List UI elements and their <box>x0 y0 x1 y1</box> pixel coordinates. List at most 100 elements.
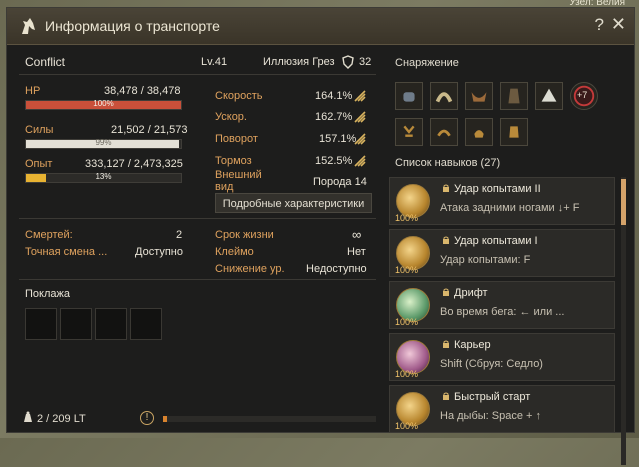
detailed-stats-button[interactable]: Подробные характеристики <box>215 193 372 213</box>
champron-icon <box>541 88 557 102</box>
gear-slot-armor[interactable] <box>500 82 528 110</box>
speed-label: Скорость <box>215 90 263 102</box>
skill-mastery: 100% <box>395 421 419 431</box>
exp-value: 333,127 / 2,473,325 <box>85 158 183 170</box>
bottom-progress-bar <box>163 416 376 422</box>
accel-label: Ускор. <box>215 111 247 123</box>
help-button[interactable]: ? <box>595 15 604 35</box>
costume-slot[interactable] <box>500 118 528 146</box>
lock-icon <box>443 392 449 400</box>
costume-armor-icon <box>509 126 519 138</box>
costume-slot[interactable] <box>395 118 423 146</box>
skill-description: Удар копытами: F <box>440 254 531 266</box>
brake-value: 152.5% <box>315 155 353 167</box>
hp-label: HP <box>25 85 41 97</box>
equipment-title: Снаряжение <box>395 57 459 69</box>
costume-slot[interactable] <box>430 118 458 146</box>
saddle-icon <box>471 92 487 102</box>
skill-item[interactable]: 100% Карьер Shift (Сбруя: Седло) <box>389 333 615 381</box>
level-decrease-label: Снижение ур. <box>215 263 285 275</box>
skill-list[interactable]: 100% Удар копытами II Атака задними нога… <box>389 177 621 467</box>
skill-mastery: 100% <box>395 317 419 327</box>
cargo-slot[interactable] <box>25 308 57 340</box>
skill-name: Удар копытами I <box>454 235 538 247</box>
costume-stirrup-icon <box>403 125 415 137</box>
upgrade-icon <box>354 111 366 123</box>
skill-name: Удар копытами II <box>454 183 541 195</box>
turn-value: 157.1% <box>319 133 357 145</box>
skill-mastery: 100% <box>395 265 419 275</box>
cargo-slot[interactable] <box>60 308 92 340</box>
weight-icon <box>24 411 32 422</box>
close-button[interactable]: ✕ <box>611 14 626 35</box>
vehicle-level: Lv.41 <box>201 56 228 68</box>
stamina-label: Силы <box>25 124 54 136</box>
hp-percent: 100% <box>93 99 114 108</box>
hp-value: 38,478 / 38,478 <box>104 85 181 97</box>
skill-description: Во время бега: ← или ... <box>440 306 565 318</box>
warning-icon[interactable]: ! <box>140 411 154 425</box>
bottom-progress-fill <box>163 416 168 422</box>
skill-icon: 100% <box>395 184 430 223</box>
speed-value: 164.1% <box>315 90 353 102</box>
skill-item[interactable]: 100% Удар копытами II Атака задними нога… <box>389 177 615 225</box>
horse-head-icon <box>22 18 35 34</box>
skill-item[interactable]: 100% Дрифт Во время бега: ← или ... <box>389 281 615 329</box>
title-bar[interactable]: Информация о транспорте ? ✕ <box>7 8 634 45</box>
shield-icon <box>342 55 354 69</box>
stamina-bar: 99% <box>25 138 182 149</box>
upgrade-icon <box>354 155 366 167</box>
cargo-slot[interactable] <box>95 308 127 340</box>
skill-name: Быстрый старт <box>454 391 531 403</box>
skill-mastery: 100% <box>395 369 419 379</box>
exp-label: Опыт <box>25 158 53 170</box>
lock-icon <box>443 340 449 348</box>
costume-slot[interactable] <box>465 118 493 146</box>
hp-bar: 100% <box>25 99 182 110</box>
divider <box>19 218 376 219</box>
lifespan-label: Срок жизни <box>215 229 274 241</box>
lock-icon <box>443 288 449 296</box>
lock-icon <box>443 184 449 192</box>
weight-text: 2 / 209 LT <box>37 413 86 425</box>
skill-icon: 100% <box>395 236 430 275</box>
skill-list-scrollbar[interactable] <box>621 177 626 465</box>
appearance-value: Порода 14 <box>313 176 367 188</box>
lifespan-value: ∞ <box>352 227 362 242</box>
gear-slot-stirrups[interactable] <box>395 82 423 110</box>
exp-bar: 13% <box>25 172 182 183</box>
deaths-label: Смертей: <box>25 229 73 241</box>
brake-label: Тормоз <box>215 155 252 167</box>
gear-slot-horseshoe[interactable] <box>430 82 458 110</box>
divider <box>19 74 376 75</box>
armor-icon <box>508 88 520 104</box>
cargo-title: Поклажа <box>25 288 70 300</box>
skill-mastery: 100% <box>395 213 419 223</box>
cargo-slot[interactable] <box>130 308 162 340</box>
shield-value: 32 <box>359 56 372 68</box>
skill-icon: 100% <box>395 392 430 431</box>
divider <box>19 279 376 280</box>
horseshoe-icon <box>435 92 453 103</box>
exp-percent: 13% <box>95 172 112 181</box>
level-decrease-value: Недоступно <box>306 263 367 275</box>
skill-item[interactable]: 100% Быстрый старт На дыбы: Space + ↑ <box>389 385 615 433</box>
exact-change-value: Доступно <box>135 246 184 258</box>
accel-value: 162.7% <box>315 111 353 123</box>
lock-icon <box>443 236 449 244</box>
enhance-badge: +7 <box>577 90 588 100</box>
skill-icon: 100% <box>395 340 430 379</box>
costume-horseshoe-icon <box>437 129 451 137</box>
gear-slot-saddle[interactable] <box>465 82 493 110</box>
gear-slot-champron[interactable] <box>535 82 563 110</box>
gear-slot-enhanced[interactable]: +7 <box>570 82 598 110</box>
stamina-value: 21,502 / 21,573 <box>111 124 188 136</box>
exact-change-label: Точная смена ... <box>25 246 108 258</box>
vehicle-info-window: Информация о транспорте ? ✕ Conflict Lv.… <box>6 7 635 465</box>
skill-item[interactable]: 100% Удар копытами I Удар копытами: F <box>389 229 615 277</box>
scrollbar-thumb[interactable] <box>621 179 626 225</box>
costume-saddle-icon <box>474 130 484 138</box>
upgrade-icon <box>354 90 366 102</box>
vehicle-breed-name: Иллюзия Грез <box>263 56 335 68</box>
upgrade-icon <box>354 133 366 145</box>
